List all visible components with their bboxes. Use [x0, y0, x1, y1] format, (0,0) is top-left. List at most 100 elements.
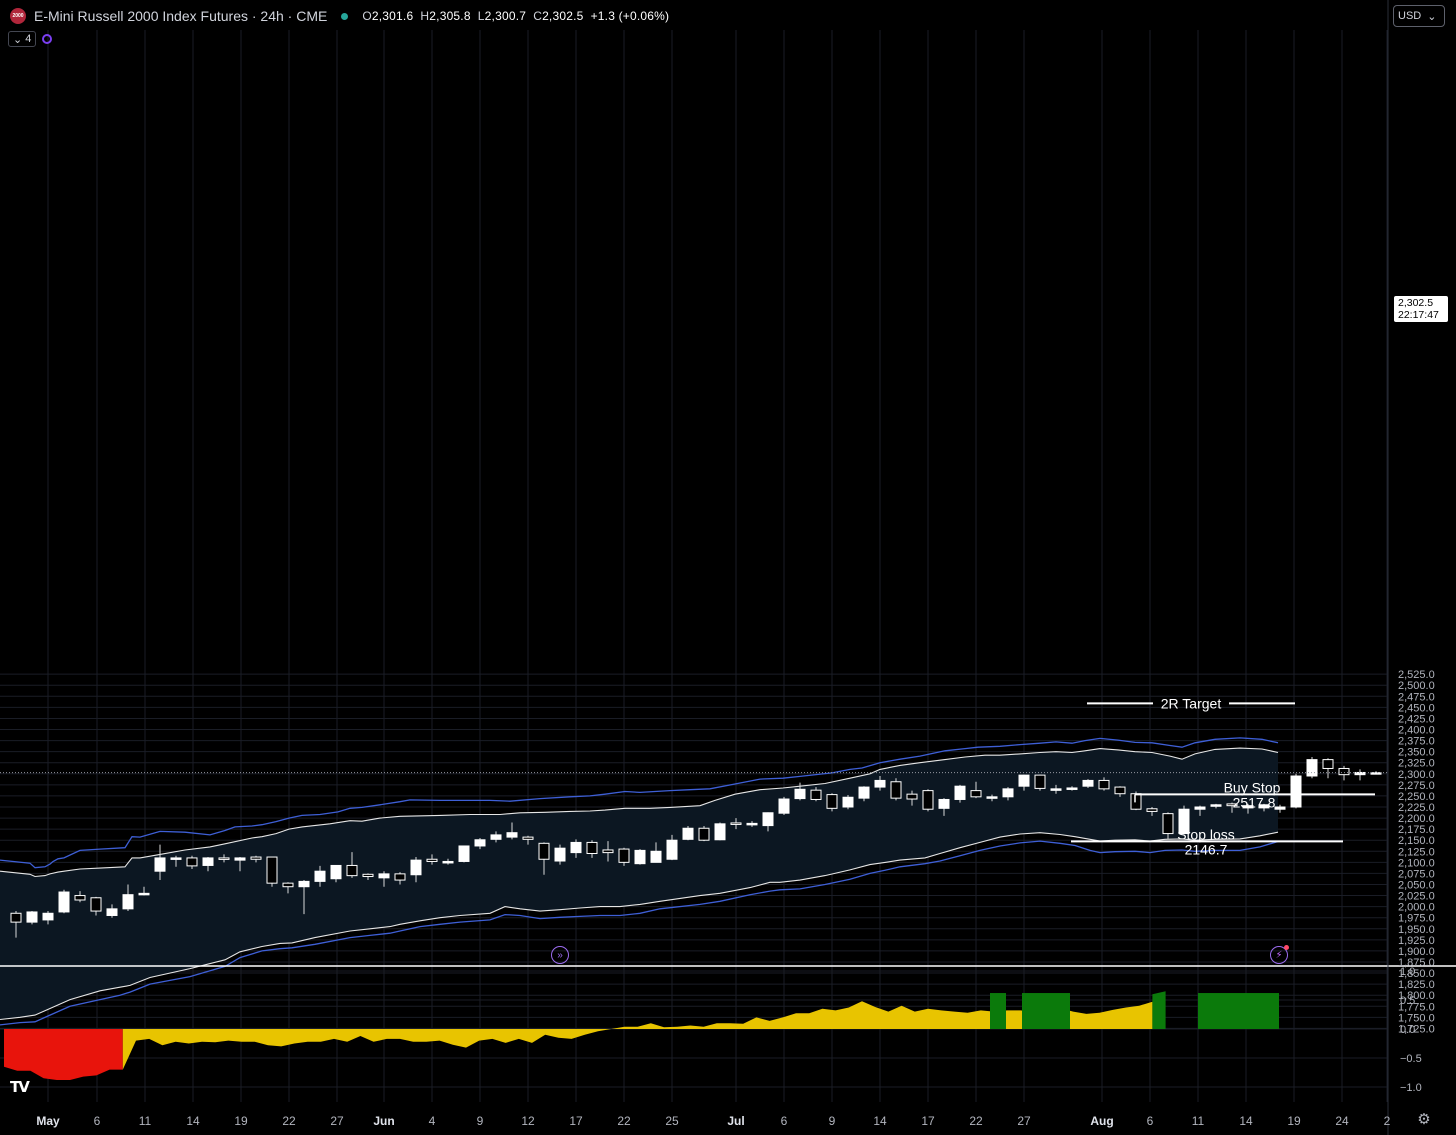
candle-body: [490, 834, 502, 840]
candle-body: [922, 790, 934, 810]
candle-body: [1274, 806, 1286, 810]
candle-body: [1210, 804, 1222, 807]
candle-body: [506, 832, 518, 838]
time-tick-label: 27: [330, 1114, 344, 1128]
candle-body: [362, 873, 374, 878]
candle-body: [1114, 786, 1126, 795]
candle-body: [10, 912, 22, 923]
candle-body: [122, 894, 134, 910]
market-status-icon[interactable]: [341, 12, 349, 20]
candle-body: [1306, 759, 1318, 777]
symbol-logo-icon[interactable]: 2000: [10, 8, 26, 24]
candle-body: [218, 857, 230, 860]
chart-canvas[interactable]: 2R Target Buy Stop2517.8 Stop loss2146.7 2…: [0, 0, 1456, 1135]
candle-body: [314, 870, 326, 882]
candle-body: [874, 779, 886, 788]
time-tick-label: 25: [665, 1114, 679, 1128]
candle-body: [810, 789, 822, 800]
candle-body: [826, 794, 838, 809]
time-tick-label: 6: [1147, 1114, 1154, 1128]
candle-body: [26, 911, 38, 923]
candle-body: [1290, 775, 1302, 808]
candle-body: [730, 822, 742, 825]
replay-icon[interactable]: »: [551, 946, 569, 964]
bar-countdown: 22:17:47: [1398, 309, 1439, 321]
stop-loss-value: 2146.7: [1185, 841, 1228, 857]
candle-body: [266, 856, 278, 884]
symbol-title[interactable]: E-Mini Russell 2000 Index Futures · 24h …: [34, 8, 327, 24]
osc-tick-label: 1.0: [1400, 966, 1415, 978]
candle-body: [970, 790, 982, 798]
settings-icon[interactable]: ⚙: [1416, 1112, 1432, 1128]
candle-body: [74, 895, 86, 901]
candle-body: [1018, 774, 1030, 787]
candle-body: [1082, 779, 1094, 787]
ohlc-readout: O2,301.6 H2,305.8 L2,300.7 C2,302.5 +1.3…: [362, 9, 670, 23]
flash-icon[interactable]: ⚡: [1270, 945, 1289, 964]
time-tick-label: 19: [1287, 1114, 1301, 1128]
time-tick-label: 22: [969, 1114, 983, 1128]
high-value: 2,305.8: [429, 9, 471, 23]
time-tick-label: 6: [781, 1114, 788, 1128]
chevron-down-icon: ⌄: [1427, 10, 1437, 23]
time-tick-label: 4: [429, 1114, 436, 1128]
candle-body: [202, 857, 214, 866]
chart-background: [0, 0, 1456, 1135]
time-tick-label: 22: [282, 1114, 296, 1128]
candle-body: [650, 850, 662, 863]
osc-tick-label: −0.5: [1400, 1053, 1422, 1065]
change-value: +1.3 (+0.06%): [590, 9, 670, 23]
candle-body: [282, 882, 294, 888]
time-tick-label: 27: [1017, 1114, 1031, 1128]
time-tick-label: 14: [1239, 1114, 1253, 1128]
time-tick-label: Jun: [373, 1114, 394, 1128]
indicators-collapse-button[interactable]: ⌄ 4: [8, 31, 37, 47]
last-price-tag: 2,302.5 22:17:47: [1394, 296, 1448, 322]
indicator-settings-icon[interactable]: [42, 34, 53, 44]
oscillator-area-green: [1152, 991, 1166, 1029]
candle-body: [154, 857, 166, 872]
candle-body: [234, 857, 246, 861]
oscillator-green-block: [1022, 993, 1070, 1029]
close-value: 2,302.5: [542, 9, 584, 23]
candle-body: [106, 908, 118, 916]
candle-body: [522, 836, 534, 840]
candle-body: [250, 856, 262, 860]
candle-body: [618, 848, 630, 863]
time-tick-label: 11: [1192, 1114, 1205, 1128]
time-tick-label: 17: [921, 1114, 935, 1128]
currency-label: USD: [1398, 10, 1422, 22]
candle-body: [1002, 788, 1014, 798]
osc-tick-label: 0.0: [1400, 1024, 1415, 1036]
candle-body: [394, 873, 406, 881]
time-tick-label: 19: [234, 1114, 248, 1128]
candle-body: [1050, 788, 1062, 791]
candle-body: [890, 781, 902, 799]
candle-body: [1194, 806, 1206, 810]
candle-body: [170, 857, 182, 860]
candle-body: [1098, 779, 1110, 790]
candle-body: [1066, 787, 1078, 790]
time-tick-label: 17: [569, 1114, 583, 1128]
candle-body: [938, 798, 950, 809]
candle-body: [138, 892, 150, 896]
candle-body: [58, 891, 70, 913]
indicator-count: 4: [25, 33, 32, 45]
candle-body: [634, 849, 646, 865]
time-tick-label: Aug: [1090, 1114, 1113, 1128]
candle-body: [538, 842, 550, 860]
candle-body: [842, 796, 854, 808]
currency-button[interactable]: USD ⌄: [1393, 5, 1445, 27]
chart-header: 2000 E-Mini Russell 2000 Index Futures ·…: [10, 6, 669, 26]
osc-tick-label: 0.5: [1400, 995, 1415, 1007]
stop-loss-label: Stop loss: [1177, 826, 1235, 842]
tradingview-logo[interactable]: TV: [10, 1078, 42, 1096]
time-tick-label: 11: [139, 1114, 152, 1128]
time-tick-label: 14: [186, 1114, 200, 1128]
candle-body: [1130, 793, 1142, 810]
candle-body: [602, 849, 614, 854]
candle-body: [346, 864, 358, 877]
candle-body: [682, 827, 694, 840]
candle-body: [1162, 813, 1174, 835]
candle-body: [378, 873, 390, 879]
